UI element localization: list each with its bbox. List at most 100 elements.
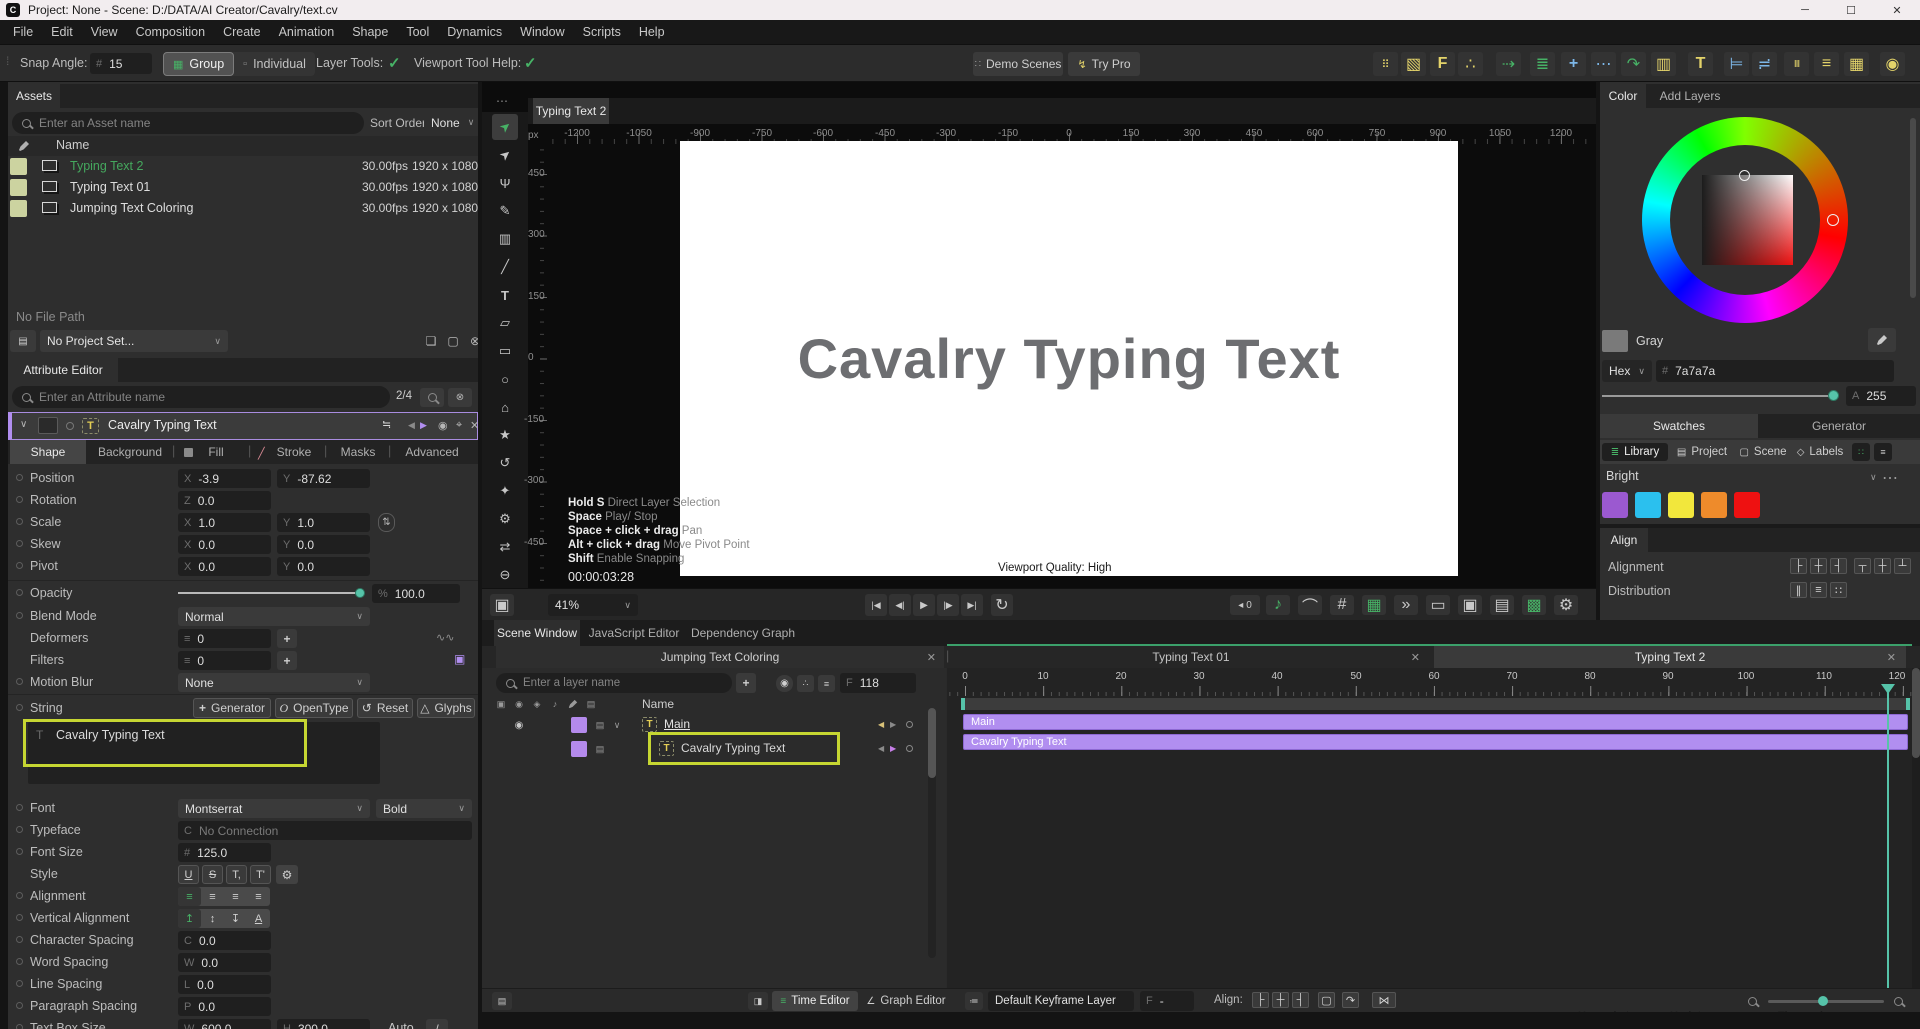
kf-align-left-button[interactable]: ├ (1252, 992, 1269, 1008)
layer-color-swatch[interactable] (571, 741, 587, 757)
timeline-bar-cavalry[interactable]: Cavalry Typing Text (963, 734, 1908, 750)
menu-composition[interactable]: Composition (127, 25, 214, 39)
style-settings-button[interactable]: ⚙ (276, 865, 298, 884)
menu-shape[interactable]: Shape (343, 25, 397, 39)
valign-baseline-button[interactable]: A (247, 909, 270, 928)
align-center-h-button[interactable]: ┼ (1810, 558, 1827, 574)
skew-y-field[interactable]: Y 0.0 (277, 535, 370, 554)
palette-row[interactable]: Bright ∨ ⋯ (1600, 466, 1920, 488)
hook-button[interactable]: ⌒ (1298, 595, 1322, 616)
sort-order-dropdown[interactable]: None ∨ (424, 113, 474, 132)
line-spacing-field[interactable]: L 0.0 (178, 975, 271, 994)
tool-direct-select[interactable]: ➤ (492, 142, 518, 168)
graph-editor-toggle[interactable]: ∠ Graph Editor (860, 991, 952, 1011)
grid-button[interactable]: # (1330, 595, 1354, 615)
menu-file[interactable]: File (4, 25, 42, 39)
asset-row[interactable]: Typing Text 2 30.00fps 1920 x 1080 (8, 156, 478, 177)
timeline-range-bar[interactable] (961, 698, 1910, 710)
go-to-start-button[interactable]: |◀ (865, 594, 887, 616)
tab-timeline-comp-2[interactable]: Typing Text 2 ✕ (1434, 646, 1906, 668)
source-library-button[interactable]: ≣ Library (1602, 443, 1668, 461)
auto-slash-button[interactable]: / (426, 1019, 448, 1029)
group-mode-button[interactable]: ▦ Group (163, 52, 235, 76)
onion-skin-button[interactable]: ◂ 0 (1230, 595, 1260, 615)
guides-button[interactable]: ▦ (1362, 595, 1386, 615)
audio-button[interactable]: ♪ (1266, 595, 1290, 615)
asset-name[interactable]: Typing Text 2 (70, 159, 143, 173)
expand-chevron-icon[interactable]: ∨ (610, 714, 624, 736)
tool-star[interactable]: ★ (492, 422, 518, 448)
footer-frame-field[interactable]: F- (1140, 991, 1194, 1011)
keyframe-dot[interactable] (906, 745, 913, 752)
swatch-orange[interactable] (1701, 492, 1727, 518)
align-right-edge-button[interactable]: ┤ (1830, 558, 1847, 574)
hex-field[interactable]: #7a7a7a (1656, 360, 1894, 382)
tab-align[interactable]: Align (1600, 528, 1648, 552)
playhead-line[interactable] (1887, 684, 1889, 988)
tab-layer-panel-comp[interactable]: Jumping Text Coloring ✕ (496, 646, 944, 668)
transparency-button[interactable]: ▩ (1522, 595, 1546, 615)
visibility-dot[interactable] (66, 422, 74, 430)
add-filter-button[interactable]: + (277, 651, 297, 670)
kf-box-button[interactable]: ▢ (1318, 992, 1335, 1008)
keyframe-dot[interactable] (16, 848, 23, 855)
zoom-dropdown[interactable]: 41% ∨ (548, 594, 638, 616)
tool-polygon[interactable]: ⌂ (492, 394, 518, 420)
toolbar-dots-icon[interactable]: ⋯ (1591, 52, 1616, 76)
zoom-in-icon[interactable] (1890, 994, 1906, 1008)
project-dropdown[interactable]: No Project Set... ∨ (40, 330, 228, 352)
menu-edit[interactable]: Edit (42, 25, 82, 39)
close-icon[interactable]: ✕ (927, 651, 936, 664)
connections-icon[interactable]: ≒ (382, 418, 391, 431)
deformers-field[interactable]: ≡ 0 (178, 629, 271, 648)
source-project-button[interactable]: ▤ Project (1672, 443, 1732, 461)
keyframe-dot[interactable] (16, 589, 23, 596)
next-keyframe-icon[interactable]: ▶ (420, 420, 427, 431)
filters-field[interactable]: ≡ 0 (178, 651, 271, 670)
playhead-marker[interactable] (1881, 684, 1895, 694)
menu-animation[interactable]: Animation (270, 25, 344, 39)
keyframe-dot[interactable] (16, 980, 23, 987)
opentype-button[interactable]: O OpenType (275, 698, 353, 718)
position-y-field[interactable]: Y -87.62 (277, 469, 370, 488)
link-scale-icon[interactable]: ⇅ (378, 513, 395, 532)
menu-dynamics[interactable]: Dynamics (438, 25, 511, 39)
next-keyframe-icon[interactable]: ▶ (890, 744, 896, 753)
scatter-visibility-button[interactable]: ∴ (797, 675, 814, 692)
close-icon[interactable]: ✕ (470, 419, 478, 432)
layer-color-box[interactable] (38, 417, 58, 434)
eye-icon[interactable]: ◉ (512, 714, 526, 736)
minimize-button[interactable]: ─ (1782, 0, 1828, 20)
toolbar-columns-icon[interactable]: III (1784, 52, 1809, 76)
align-center-v-button[interactable]: ┼ (1874, 558, 1891, 574)
palette-chevron-icon[interactable]: ∨ (1870, 472, 1877, 483)
swatch-cyan[interactable] (1635, 492, 1661, 518)
keyframe-dot[interactable] (16, 612, 23, 619)
frame-field[interactable]: F 118 (840, 673, 916, 693)
timeline-bar-main[interactable]: Main (963, 714, 1908, 730)
tab-attribute-editor[interactable]: Attribute Editor (8, 358, 118, 382)
distribute-grid-button[interactable]: ∷ (1830, 582, 1847, 598)
align-top-edge-button[interactable]: ┬ (1854, 558, 1871, 574)
asset-row[interactable]: Jumping Text Coloring 30.00fps 1920 x 10… (8, 198, 478, 219)
layer-header[interactable]: ∨ T Cavalry Typing Text ≒ ◀ ▶ ◉ ⌖ ✕ (8, 412, 478, 440)
target-icon[interactable]: ⌖ (456, 419, 462, 432)
tool-settings[interactable]: ⚙ (492, 506, 518, 532)
timeline-scrollbar[interactable] (1912, 668, 1920, 988)
tab-shape[interactable]: Shape (10, 440, 86, 464)
maximize-button[interactable]: ☐ (1828, 0, 1874, 20)
word-spacing-field[interactable]: W 0.0 (178, 953, 271, 972)
go-to-end-button[interactable]: ▶| (961, 594, 983, 616)
keyframe-dot[interactable] (906, 721, 913, 728)
keyframe-dot[interactable] (16, 540, 23, 547)
asset-search-input[interactable] (39, 116, 354, 130)
generator-button[interactable]: + Generator (193, 698, 271, 718)
menu-create[interactable]: Create (214, 25, 270, 39)
keyframe-dot[interactable] (16, 1024, 23, 1029)
keyframe-dot[interactable] (16, 914, 23, 921)
asset-name[interactable]: Typing Text 01 (70, 180, 150, 194)
toolbar-render-camera-icon[interactable]: ◉ (1880, 52, 1905, 76)
timeline-ruler[interactable] (947, 684, 1912, 696)
asset-color-swatch[interactable] (10, 200, 27, 217)
menu-help[interactable]: Help (630, 25, 674, 39)
